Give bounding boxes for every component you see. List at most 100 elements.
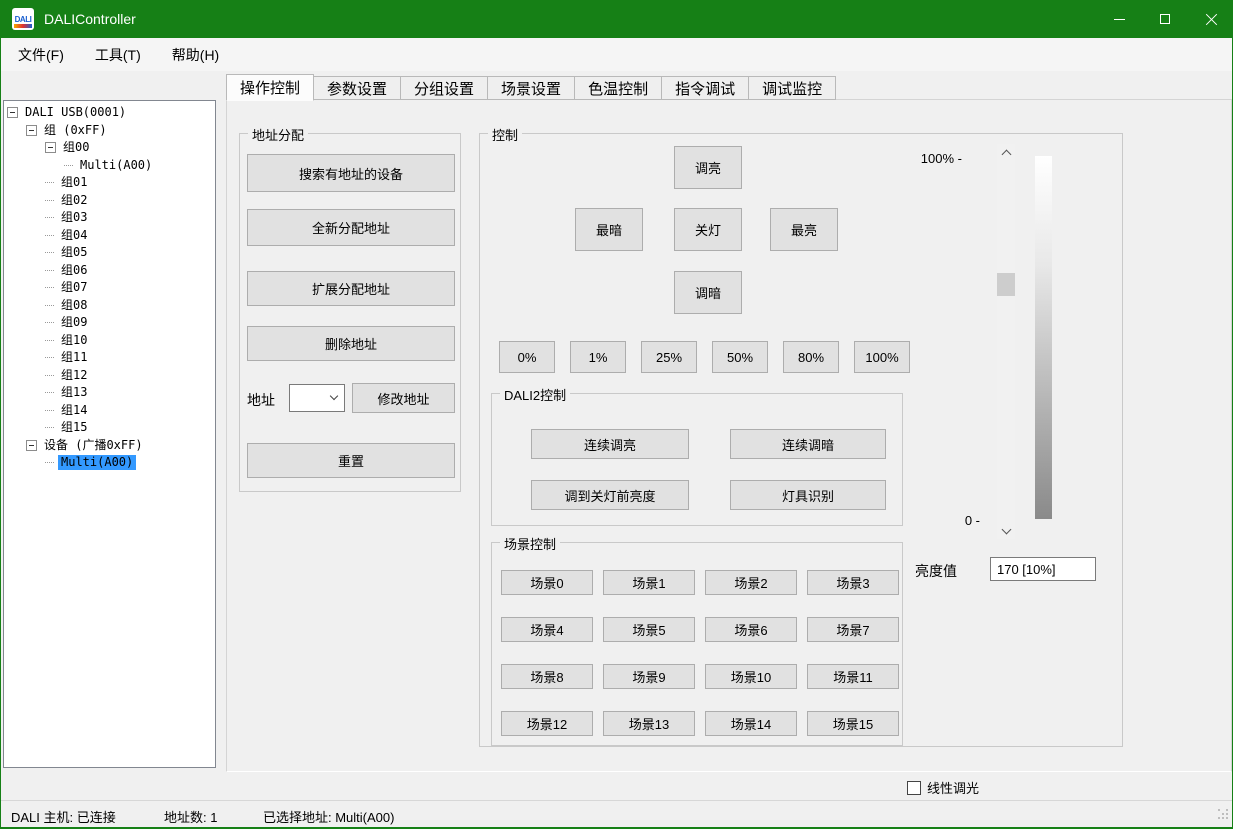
tree-node-label[interactable]: 设备 (广播0xFF) [41, 438, 146, 453]
scene-button[interactable]: 场景10 [705, 664, 797, 689]
tree-node-label[interactable]: 组04 [58, 228, 90, 243]
tree-node[interactable]: 组00 [4, 139, 215, 157]
linear-dimming-checkbox[interactable] [907, 781, 921, 795]
tree-node-label[interactable]: 组12 [58, 368, 90, 383]
tree-node[interactable]: 组10 [4, 332, 215, 350]
luminaire-identify-button[interactable]: 灯具识别 [730, 480, 886, 510]
percent-button[interactable]: 100% [854, 341, 910, 373]
tab-item[interactable]: 指令调试 [662, 76, 749, 100]
tree-node[interactable]: 组14 [4, 402, 215, 420]
scene-button[interactable]: 场景7 [807, 617, 899, 642]
goto-last-level-button[interactable]: 调到关灯前亮度 [531, 480, 689, 510]
scene-button[interactable]: 场景8 [501, 664, 593, 689]
maximize-button[interactable] [1142, 0, 1188, 38]
tree-node-label[interactable]: 组13 [58, 385, 90, 400]
tree-node-label[interactable]: 组06 [58, 263, 90, 278]
dim-down-button[interactable]: 调暗 [674, 271, 742, 314]
scene-button[interactable]: 场景1 [603, 570, 695, 595]
tree-node-label[interactable]: 组09 [58, 315, 90, 330]
tree-node[interactable]: DALI USB(0001) [4, 104, 215, 122]
tree-node-label[interactable]: 组15 [58, 420, 90, 435]
percent-button[interactable]: 50% [712, 341, 768, 373]
tree-node[interactable]: 组09 [4, 314, 215, 332]
scene-button[interactable]: 场景15 [807, 711, 899, 736]
tree-node-label[interactable]: 组 (0xFF) [41, 123, 110, 138]
percent-button[interactable]: 25% [641, 341, 697, 373]
scene-button[interactable]: 场景3 [807, 570, 899, 595]
tree-node-label[interactable]: 组05 [58, 245, 90, 260]
tree-node[interactable]: 组12 [4, 367, 215, 385]
scene-button[interactable]: 场景9 [603, 664, 695, 689]
menu-item[interactable]: 文件(F) [4, 39, 78, 71]
tree-node[interactable]: 组07 [4, 279, 215, 297]
scrollbar-thumb[interactable] [997, 273, 1015, 296]
tree-node[interactable]: 组13 [4, 384, 215, 402]
minimize-button[interactable] [1096, 0, 1142, 38]
address-combobox[interactable] [289, 384, 345, 412]
dim-up-button[interactable]: 调亮 [674, 146, 742, 189]
tree-node-label[interactable]: Multi(A00) [58, 455, 136, 470]
tree-collapse-icon[interactable] [45, 142, 56, 153]
tab-item[interactable]: 操作控制 [226, 74, 314, 101]
resize-grip[interactable] [1218, 809, 1220, 811]
assign-new-address-button[interactable]: 全新分配地址 [247, 209, 455, 246]
tree-node[interactable]: 组05 [4, 244, 215, 262]
tree-node[interactable]: 组06 [4, 262, 215, 280]
percent-button[interactable]: 80% [783, 341, 839, 373]
brightness-scrollbar[interactable] [997, 144, 1015, 539]
tree-collapse-icon[interactable] [7, 107, 18, 118]
max-brightness-button[interactable]: 最亮 [770, 208, 838, 251]
tree-node-label[interactable]: 组00 [60, 140, 92, 155]
tree-node[interactable]: 组04 [4, 227, 215, 245]
menu-item[interactable]: 工具(T) [81, 39, 155, 71]
tree-node-label[interactable]: 组14 [58, 403, 90, 418]
scene-button[interactable]: 场景5 [603, 617, 695, 642]
tree-node-label[interactable]: 组11 [58, 350, 90, 365]
search-addressed-devices-button[interactable]: 搜索有地址的设备 [247, 154, 455, 192]
tree-node[interactable]: 组08 [4, 297, 215, 315]
menu-item[interactable]: 帮助(H) [158, 39, 233, 71]
tree-node-label[interactable]: 组10 [58, 333, 90, 348]
tree-node-label[interactable]: 组08 [58, 298, 90, 313]
percent-button[interactable]: 0% [499, 341, 555, 373]
scene-button[interactable]: 场景12 [501, 711, 593, 736]
close-button[interactable] [1188, 0, 1233, 38]
modify-address-button[interactable]: 修改地址 [352, 383, 455, 413]
delete-address-button[interactable]: 删除地址 [247, 326, 455, 361]
tree-node[interactable]: 组03 [4, 209, 215, 227]
scene-button[interactable]: 场景6 [705, 617, 797, 642]
tab-item[interactable]: 场景设置 [488, 76, 575, 100]
tree-node-label[interactable]: 组07 [58, 280, 90, 295]
tree-node[interactable]: 设备 (广播0xFF) [4, 437, 215, 455]
scene-button[interactable]: 场景2 [705, 570, 797, 595]
tree-collapse-icon[interactable] [26, 125, 37, 136]
tree-node[interactable]: 组02 [4, 192, 215, 210]
scroll-up-button[interactable] [997, 144, 1015, 161]
tab-item[interactable]: 分组设置 [401, 76, 488, 100]
continuous-dim-up-button[interactable]: 连续调亮 [531, 429, 689, 459]
scene-button[interactable]: 场景4 [501, 617, 593, 642]
tree-node-label[interactable]: Multi(A00) [77, 158, 155, 173]
light-off-button[interactable]: 关灯 [674, 208, 742, 251]
min-brightness-button[interactable]: 最暗 [575, 208, 643, 251]
tree-node-label[interactable]: 组01 [58, 175, 90, 190]
tree-node[interactable]: Multi(A00) [4, 454, 215, 472]
tab-item[interactable]: 色温控制 [575, 76, 662, 100]
tree-node[interactable]: 组01 [4, 174, 215, 192]
tree-node[interactable]: Multi(A00) [4, 157, 215, 175]
scene-button[interactable]: 场景11 [807, 664, 899, 689]
tree-collapse-icon[interactable] [26, 440, 37, 451]
tree-node-label[interactable]: 组03 [58, 210, 90, 225]
tree-node-label[interactable]: DALI USB(0001) [22, 105, 129, 120]
continuous-dim-down-button[interactable]: 连续调暗 [730, 429, 886, 459]
tab-item[interactable]: 调试监控 [749, 76, 836, 100]
scene-button[interactable]: 场景14 [705, 711, 797, 736]
scene-button[interactable]: 场景13 [603, 711, 695, 736]
reset-button[interactable]: 重置 [247, 443, 455, 478]
tree-node[interactable]: 组 (0xFF) [4, 122, 215, 140]
device-tree[interactable]: DALI USB(0001) 组 (0xFF) 组00 Multi(A00) [3, 100, 216, 768]
brightness-value-field[interactable]: 170 [10%] [990, 557, 1096, 581]
scene-button[interactable]: 场景0 [501, 570, 593, 595]
scroll-down-button[interactable] [997, 522, 1015, 539]
tree-node[interactable]: 组15 [4, 419, 215, 437]
